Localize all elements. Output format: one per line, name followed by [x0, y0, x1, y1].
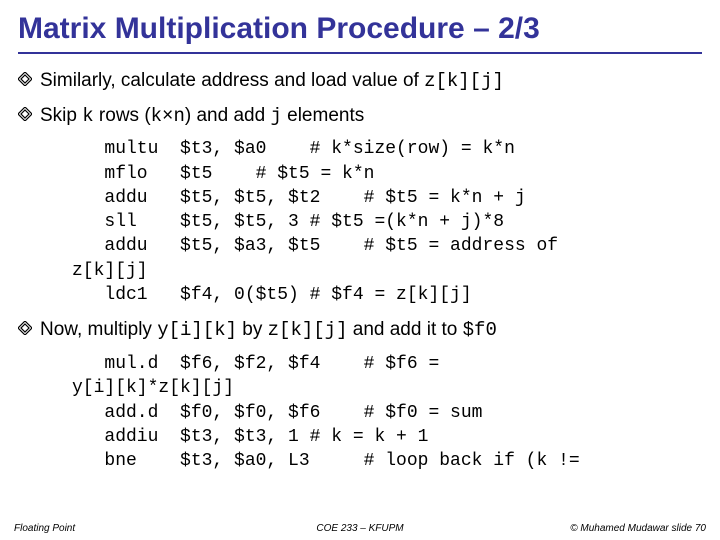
b2-c3: j	[270, 105, 281, 127]
code-block-1: multu $t3, $a0 # k*size(row) = k*n mflo …	[72, 137, 702, 307]
b3-t2: by	[237, 319, 268, 340]
footer: Floating Point COE 233 – KFUPM © Muhamed…	[0, 523, 720, 534]
slide-title: Matrix Multiplication Procedure – 2/3	[18, 12, 702, 54]
b2-t1: Skip	[40, 105, 82, 126]
bullet-1-text: Similarly, calculate address and load va…	[40, 70, 424, 91]
b3-c2: z[k][j]	[268, 319, 348, 341]
footer-right: © Muhamed Mudawar slide 70	[570, 523, 706, 534]
b2-c2: k×n	[151, 105, 185, 127]
bullet-1-code: z[k][j]	[424, 70, 504, 92]
bullet-2: Skip k rows (k×n) and add j elements	[18, 103, 702, 130]
diamond-icon	[18, 107, 32, 121]
b3-t1: Now, multiply	[40, 319, 157, 340]
diamond-icon	[18, 321, 32, 335]
b3-c3: $f0	[463, 319, 497, 341]
footer-center: COE 233 – KFUPM	[316, 523, 403, 534]
b2-t4: elements	[282, 105, 364, 126]
b3-t3: and add it to	[347, 319, 462, 340]
b2-t2: rows (	[94, 105, 151, 126]
bullet-1: Similarly, calculate address and load va…	[18, 68, 702, 95]
footer-left: Floating Point	[14, 523, 75, 534]
bullet-3: Now, multiply y[i][k] by z[k][j] and add…	[18, 317, 702, 344]
diamond-icon	[18, 72, 32, 86]
code-block-2: mul.d $f6, $f2, $f4 # $f6 = y[i][k]*z[k]…	[72, 352, 702, 473]
b3-c1: y[i][k]	[157, 319, 237, 341]
b2-t3: ) and add	[185, 105, 271, 126]
b2-c1: k	[82, 105, 93, 127]
